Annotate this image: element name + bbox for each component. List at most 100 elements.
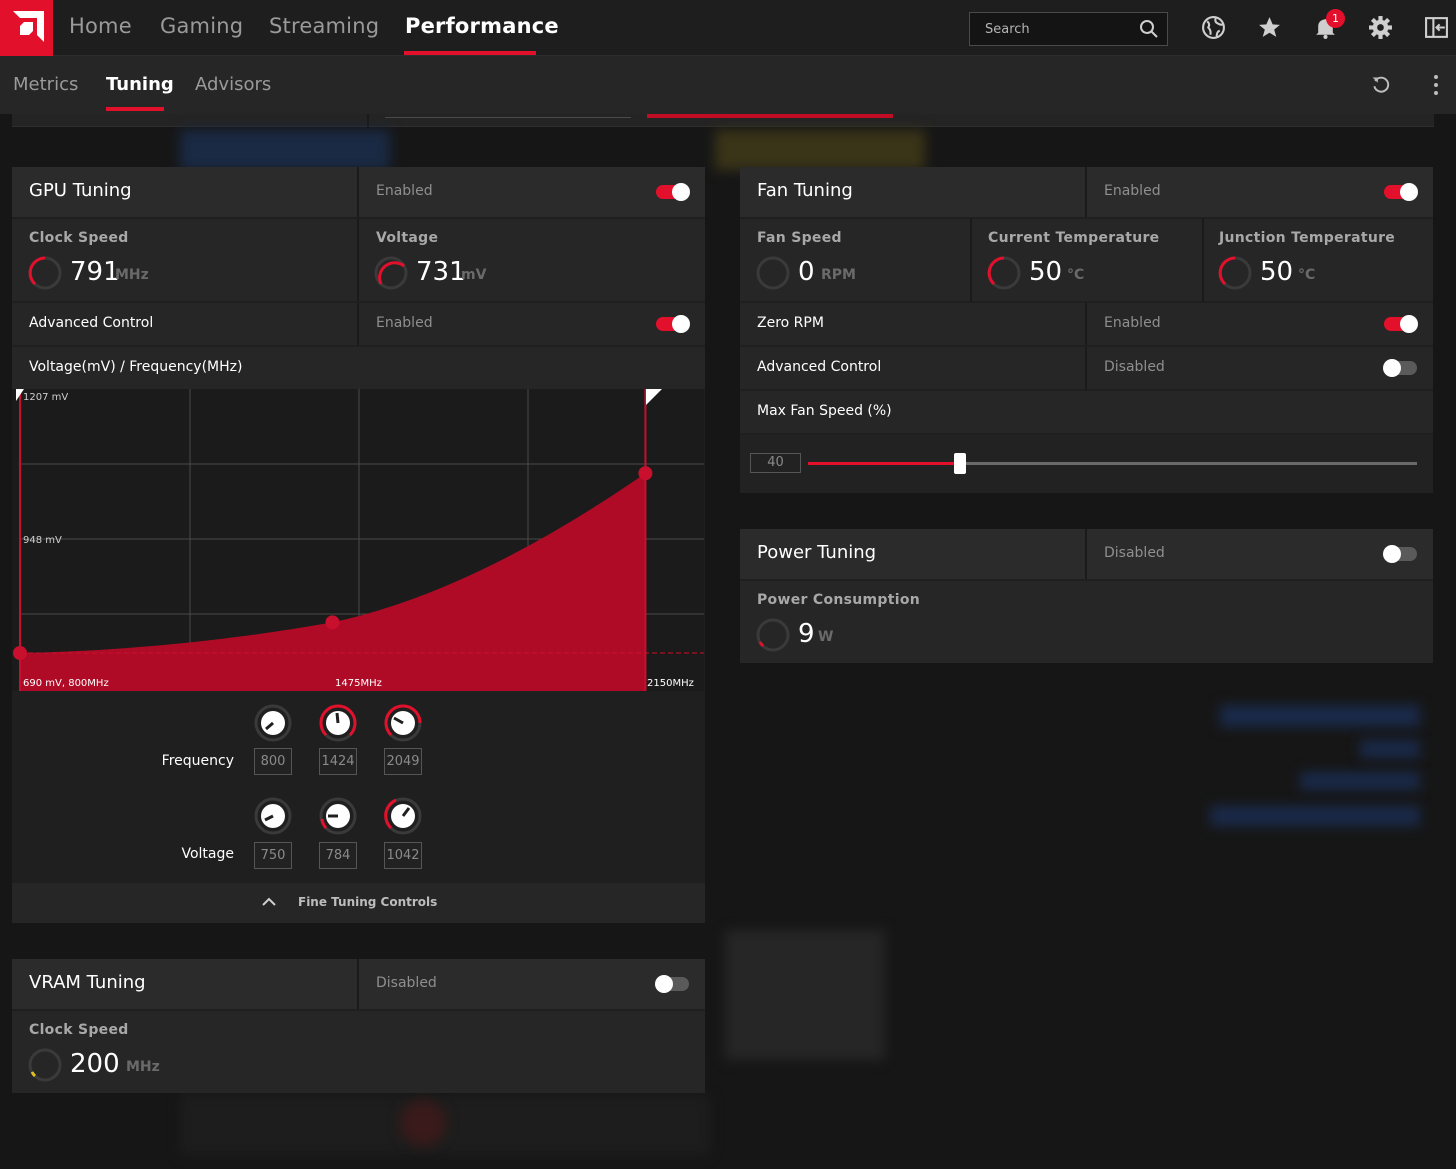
junction-temp-value: 50 [1260, 257, 1294, 287]
fan-tuning-header: Fan Tuning Enabled [740, 167, 1433, 217]
vram-tuning-status: Disabled [376, 975, 437, 991]
clock-speed-value: 791 [70, 257, 120, 287]
nav-tab-streaming[interactable]: Streaming [269, 14, 379, 38]
gpu-tuning-title: GPU Tuning [29, 180, 132, 201]
chevron-up-icon [262, 897, 276, 906]
gear-icon[interactable] [1368, 15, 1393, 40]
subtab-metrics[interactable]: Metrics [13, 74, 78, 95]
voltage-input-2[interactable]: 784 [319, 842, 357, 869]
nav-tab-home[interactable]: Home [69, 14, 132, 38]
power-tuning-panel: Power Tuning Disabled Power Consumption … [740, 529, 1433, 663]
reset-icon[interactable] [1370, 74, 1391, 95]
subtab-advisors[interactable]: Advisors [195, 74, 271, 95]
current-temp-label: Current Temperature [988, 230, 1160, 246]
search-placeholder: Search [985, 22, 1030, 37]
amd-logo-icon [13, 11, 44, 42]
vram-tuning-title: VRAM Tuning [29, 972, 146, 993]
gpu-tuning-toggle[interactable] [656, 183, 690, 201]
zero-rpm-toggle[interactable] [1384, 315, 1418, 333]
blurred-background [180, 130, 390, 170]
power-gauge-icon [756, 618, 790, 652]
amd-logo[interactable] [0, 0, 53, 56]
nav-tab-performance[interactable]: Performance [405, 14, 559, 38]
zero-rpm-label: Zero RPM [757, 315, 824, 331]
divider [367, 114, 369, 127]
voltage-input-3[interactable]: 1042 [384, 842, 422, 869]
advanced-control-toggle[interactable] [656, 315, 690, 333]
divider [357, 219, 359, 301]
clock-speed-gauge-icon [28, 256, 62, 290]
frequency-input-1[interactable]: 800 [254, 748, 292, 775]
divider [357, 959, 359, 1009]
vram-metrics-row: Clock Speed 200 MHz [12, 1011, 705, 1093]
max-fan-speed-slider-fill [808, 462, 961, 465]
vf-curve-point-1[interactable] [13, 646, 27, 660]
blurred-background [1220, 705, 1420, 727]
chart-label-mid-left: 948 mV [23, 535, 62, 546]
blurred-background [1360, 740, 1420, 758]
voltage-input-1[interactable]: 750 [254, 842, 292, 869]
blurred-background [725, 930, 885, 1060]
scrolled-panel-remnant [12, 114, 1434, 127]
fan-tuning-status: Enabled [1104, 183, 1161, 199]
power-consumption-label: Power Consumption [757, 592, 921, 608]
fan-speed-value: 0 [798, 257, 815, 287]
current-temp-gauge-icon [987, 256, 1021, 290]
clock-speed-label: Clock Speed [29, 230, 129, 246]
power-consumption-unit: W [818, 629, 834, 645]
voltage-knob-3[interactable] [384, 797, 422, 835]
power-metrics-row: Power Consumption 9 W [740, 581, 1433, 663]
vf-curve-header: Voltage(mV) / Frequency(MHz) [12, 347, 705, 389]
subtab-tuning[interactable]: Tuning [106, 74, 174, 95]
more-options-icon[interactable] [1430, 74, 1442, 96]
vf-curve-point-3[interactable] [638, 466, 653, 481]
max-fan-speed-slider-thumb[interactable] [954, 453, 967, 474]
advanced-control-label: Advanced Control [29, 315, 154, 331]
clock-speed-unit: MHz [115, 267, 149, 283]
fan-tuning-title: Fan Tuning [757, 180, 853, 201]
fan-advanced-control-row: Advanced Control Disabled [740, 347, 1433, 389]
fan-advanced-control-label: Advanced Control [757, 359, 882, 375]
max-fan-speed-slider-track[interactable] [808, 453, 1417, 474]
power-tuning-toggle[interactable] [1383, 545, 1417, 563]
blurred-background [400, 1100, 446, 1146]
max-fan-speed-row: Max Fan Speed (%) [740, 391, 1433, 433]
globe-icon[interactable] [1201, 15, 1226, 40]
vf-curve-chart[interactable]: 1207 mV 948 mV 690 mV, 800MHz 1475MHz 21… [12, 389, 704, 691]
dropdown-remnant [385, 114, 631, 118]
fan-metrics-row: Fan Speed 0 RPM Current Temperature 50 °… [740, 219, 1433, 301]
junction-temp-unit: °C [1298, 267, 1316, 283]
fine-tuning-controls-button[interactable]: Fine Tuning Controls [12, 883, 705, 923]
fan-tuning-toggle[interactable] [1384, 183, 1418, 201]
frequency-input-2[interactable]: 1424 [319, 748, 357, 775]
vram-tuning-header: VRAM Tuning Disabled [12, 959, 705, 1009]
max-fan-speed-label: Max Fan Speed (%) [757, 403, 892, 419]
gpu-tuning-header: GPU Tuning Enabled [12, 167, 705, 217]
fan-speed-label: Fan Speed [757, 230, 842, 246]
divider [357, 167, 359, 217]
frequency-knob-1[interactable] [254, 704, 292, 742]
chart-label-bottom-mid: 1475MHz [335, 678, 382, 689]
power-tuning-title: Power Tuning [757, 542, 877, 563]
exit-icon[interactable] [1424, 15, 1449, 40]
divider [1202, 219, 1204, 301]
frequency-input-3[interactable]: 2049 [384, 748, 422, 775]
frequency-knob-2[interactable] [319, 704, 357, 742]
search-input[interactable]: Search [969, 12, 1168, 46]
voltage-label: Voltage [376, 230, 439, 246]
vram-clock-speed-unit: MHz [126, 1059, 160, 1075]
max-fan-speed-input[interactable]: 40 [750, 453, 801, 473]
search-icon[interactable] [1139, 19, 1159, 39]
vram-tuning-toggle[interactable] [655, 975, 689, 993]
max-fan-speed-slider-row: 40 [740, 435, 1433, 493]
fan-advanced-control-toggle[interactable] [1383, 359, 1417, 377]
star-icon[interactable] [1257, 15, 1282, 40]
fan-speed-gauge-icon [756, 256, 790, 290]
voltage-knob-1[interactable] [254, 797, 292, 835]
nav-tab-gaming[interactable]: Gaming [160, 14, 243, 38]
gpu-tuning-status: Enabled [376, 183, 433, 199]
voltage-knob-2[interactable] [319, 797, 357, 835]
vf-curve-point-2[interactable] [325, 615, 340, 630]
zero-rpm-status: Enabled [1104, 315, 1161, 331]
frequency-knob-3[interactable] [384, 704, 422, 742]
